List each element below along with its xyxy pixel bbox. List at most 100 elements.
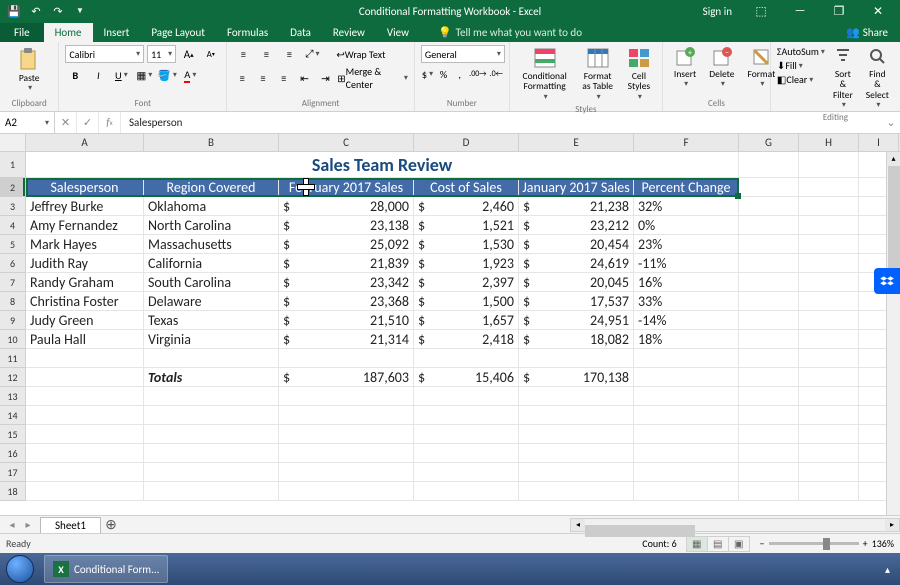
restore-button[interactable]: ❐ bbox=[821, 0, 857, 22]
cell[interactable]: Jeffrey Burke bbox=[26, 197, 144, 216]
cell[interactable] bbox=[739, 425, 799, 444]
cell[interactable] bbox=[519, 444, 634, 463]
tab-home[interactable]: Home bbox=[44, 23, 93, 42]
delete-cells-button[interactable]: −Delete▾ bbox=[704, 45, 739, 91]
cell[interactable]: $23,368 bbox=[279, 292, 414, 311]
cell[interactable]: Judy Green bbox=[26, 311, 144, 330]
align-left-icon[interactable]: ≡ bbox=[233, 69, 251, 87]
sort-filter-button[interactable]: Sort & Filter▾ bbox=[828, 45, 858, 112]
scroll-left-button[interactable]: ◂ bbox=[571, 519, 585, 531]
cell[interactable] bbox=[414, 463, 519, 482]
cell[interactable]: $170,138 bbox=[519, 368, 634, 387]
row-header-3[interactable]: 3 bbox=[0, 197, 26, 216]
cell[interactable]: 33% bbox=[634, 292, 739, 311]
increase-indent-icon[interactable]: ⇥ bbox=[316, 69, 334, 87]
start-button[interactable] bbox=[0, 553, 40, 585]
column-header-I[interactable]: I bbox=[859, 134, 899, 151]
cell[interactable] bbox=[26, 368, 144, 387]
cell[interactable]: $1,657 bbox=[414, 311, 519, 330]
scroll-up-button[interactable]: ▴ bbox=[887, 152, 900, 166]
cell[interactable]: $21,510 bbox=[279, 311, 414, 330]
cell[interactable] bbox=[739, 152, 799, 178]
row-header-16[interactable]: 16 bbox=[0, 444, 26, 463]
page-break-view-button[interactable]: ▣ bbox=[728, 536, 750, 552]
zoom-level[interactable]: 136% bbox=[872, 537, 894, 550]
h-scroll-thumb[interactable] bbox=[585, 525, 695, 537]
currency-icon[interactable]: $▾ bbox=[421, 65, 434, 83]
tab-insert[interactable]: Insert bbox=[93, 23, 141, 42]
page-layout-view-button[interactable]: ▤ bbox=[707, 536, 729, 552]
cell[interactable] bbox=[26, 349, 144, 368]
clear-button[interactable]: ◧ Clear ▾ bbox=[777, 73, 825, 86]
cell[interactable]: $1,500 bbox=[414, 292, 519, 311]
cell[interactable] bbox=[739, 197, 799, 216]
number-format-select[interactable]: General▾ bbox=[421, 45, 505, 63]
cell[interactable]: $18,082 bbox=[519, 330, 634, 349]
spreadsheet-grid[interactable]: ABCDEFGHI 1Sales Team Review2Salesperson… bbox=[0, 134, 900, 515]
cell[interactable]: Virginia bbox=[144, 330, 279, 349]
cell[interactable] bbox=[519, 482, 634, 501]
cell[interactable]: $1,530 bbox=[414, 235, 519, 254]
cell[interactable]: $2,397 bbox=[414, 273, 519, 292]
cell[interactable] bbox=[799, 406, 859, 425]
cell[interactable]: January 2017 Sales bbox=[519, 178, 634, 197]
cell[interactable]: $1,521 bbox=[414, 216, 519, 235]
column-header-A[interactable]: A bbox=[26, 134, 144, 151]
cell[interactable] bbox=[799, 425, 859, 444]
ribbon-display-options-icon[interactable]: ⬚ bbox=[743, 0, 779, 22]
cell[interactable] bbox=[634, 406, 739, 425]
name-box[interactable]: A2▾ bbox=[0, 112, 55, 133]
cell[interactable] bbox=[739, 235, 799, 254]
cell[interactable] bbox=[739, 273, 799, 292]
decrease-font-icon[interactable]: A▾ bbox=[201, 45, 220, 63]
cell[interactable] bbox=[279, 406, 414, 425]
sign-in-link[interactable]: Sign in bbox=[703, 5, 732, 18]
row-header-6[interactable]: 6 bbox=[0, 254, 26, 273]
cell[interactable] bbox=[739, 292, 799, 311]
cell[interactable] bbox=[144, 425, 279, 444]
tray-chevron-icon[interactable]: ▴ bbox=[885, 563, 890, 576]
undo-icon[interactable]: ↶ bbox=[28, 3, 44, 19]
cell[interactable] bbox=[739, 368, 799, 387]
cell[interactable]: $24,951 bbox=[519, 311, 634, 330]
cancel-formula-icon[interactable]: ✕ bbox=[55, 112, 77, 133]
percent-icon[interactable]: % bbox=[437, 65, 450, 83]
cell[interactable]: 32% bbox=[634, 197, 739, 216]
cell[interactable] bbox=[279, 349, 414, 368]
cell[interactable] bbox=[26, 444, 144, 463]
cell[interactable] bbox=[634, 482, 739, 501]
cell[interactable] bbox=[144, 406, 279, 425]
system-tray[interactable]: ▴ bbox=[875, 563, 900, 576]
cell[interactable] bbox=[739, 482, 799, 501]
cell[interactable] bbox=[739, 406, 799, 425]
cell[interactable]: $23,138 bbox=[279, 216, 414, 235]
cell[interactable] bbox=[279, 387, 414, 406]
title-cell[interactable]: Sales Team Review bbox=[26, 152, 739, 178]
cell[interactable] bbox=[414, 349, 519, 368]
row-header-5[interactable]: 5 bbox=[0, 235, 26, 254]
cell[interactable] bbox=[799, 292, 859, 311]
conditional-formatting-button[interactable]: Conditional Formatting▾ bbox=[516, 45, 574, 104]
cell[interactable]: Randy Graham bbox=[26, 273, 144, 292]
cell[interactable] bbox=[739, 349, 799, 368]
align-top-icon[interactable]: ≡ bbox=[233, 45, 253, 63]
cell[interactable] bbox=[144, 482, 279, 501]
decrease-decimal-icon[interactable]: .0← bbox=[490, 65, 503, 83]
zoom-handle[interactable] bbox=[823, 538, 830, 550]
column-header-B[interactable]: B bbox=[144, 134, 279, 151]
cell[interactable]: 18% bbox=[634, 330, 739, 349]
cell[interactable]: Massachusetts bbox=[144, 235, 279, 254]
cell[interactable] bbox=[799, 273, 859, 292]
cell[interactable]: $1,923 bbox=[414, 254, 519, 273]
cell[interactable] bbox=[26, 406, 144, 425]
cell[interactable] bbox=[519, 425, 634, 444]
cell[interactable] bbox=[799, 387, 859, 406]
cell[interactable] bbox=[26, 387, 144, 406]
fill-button[interactable]: ⬇ Fill ▾ bbox=[777, 59, 825, 72]
enter-formula-icon[interactable]: ✓ bbox=[77, 112, 99, 133]
tab-file[interactable]: File bbox=[0, 23, 44, 42]
cell[interactable] bbox=[279, 482, 414, 501]
cell[interactable] bbox=[144, 387, 279, 406]
close-button[interactable]: ✕ bbox=[860, 0, 896, 22]
cell[interactable]: $25,092 bbox=[279, 235, 414, 254]
